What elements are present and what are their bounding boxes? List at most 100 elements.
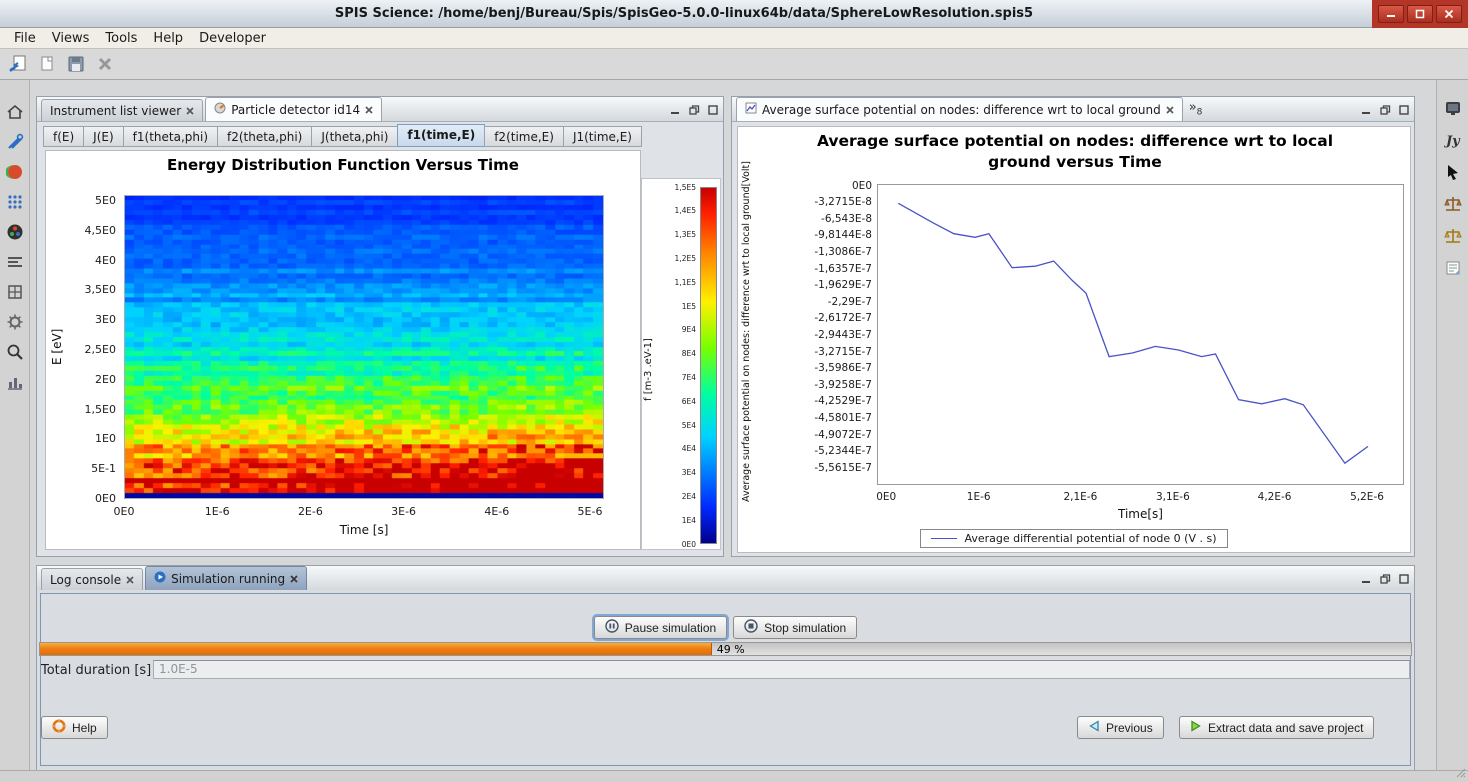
scales-icon[interactable] (1443, 194, 1463, 214)
colorbar-gradient (700, 187, 717, 544)
tick-label: -2,29E-7 (756, 296, 872, 309)
subtab-f1-time-E[interactable]: f1(time,E) (397, 124, 485, 147)
delete-icon[interactable] (93, 52, 117, 76)
tab-particle-detector[interactable]: Particle detector id14 (205, 97, 382, 121)
help-button-label: Help (72, 721, 97, 735)
close-icon[interactable] (126, 576, 134, 584)
y-axis-label: Average surface potential on nodes: diff… (741, 167, 754, 502)
potential-panel-header: Average surface potential on nodes: diff… (732, 97, 1414, 122)
potential-chart: Average surface potential on nodes: diff… (737, 126, 1411, 553)
pause-simulation-button[interactable]: Pause simulation (594, 616, 727, 639)
tab-simulation-running[interactable]: Simulation running (145, 566, 307, 590)
display-icon[interactable] (1443, 98, 1463, 118)
subtab-f1-theta-phi[interactable]: f1(theta,phi) (123, 126, 218, 147)
previous-arrow-icon (1088, 720, 1100, 735)
particles-icon[interactable] (5, 192, 25, 212)
transform-grid-icon[interactable] (5, 282, 25, 302)
subtab-f2-time-E[interactable]: f2(time,E) (484, 126, 564, 147)
import-project-icon[interactable] (6, 52, 30, 76)
balance-icon[interactable] (1443, 226, 1463, 246)
tick-label: 3E0 (46, 313, 116, 326)
resize-grip-icon[interactable] (1456, 767, 1466, 781)
tick-label: 1E-6 (949, 491, 1009, 504)
chart-icon[interactable] (5, 372, 25, 392)
tick-label: -4,2529E-7 (756, 395, 872, 408)
tick-label: -9,8144E-8 (756, 229, 872, 242)
line-plot-area[interactable] (877, 184, 1404, 485)
panel-window-controls (1360, 573, 1410, 590)
heatmap-plot-area[interactable] (124, 195, 604, 499)
panel-maximize-icon[interactable] (707, 104, 719, 116)
statusbar (0, 770, 1468, 782)
tick-label: 5E-6 (560, 505, 620, 518)
stop-simulation-button[interactable]: Stop simulation (733, 616, 857, 639)
zoom-icon[interactable] (5, 342, 25, 362)
bottom-panel-header: Log console Simulation running (37, 566, 1414, 591)
tab-label: Instrument list viewer (50, 104, 181, 118)
hidden-tabs-chevron[interactable]: »8 (1189, 100, 1203, 121)
cursor-icon[interactable] (1443, 162, 1463, 182)
help-button[interactable]: Help (41, 716, 108, 739)
tick-label: 5E0 (46, 194, 116, 207)
menu-file[interactable]: File (6, 28, 44, 49)
chart-title: Energy Distribution Function Versus Time (46, 156, 640, 174)
energy-distribution-chart: Energy Distribution Function Versus Time… (45, 150, 641, 550)
menu-views[interactable]: Views (44, 28, 98, 49)
simulation-control-area: Pause simulation Stop simulation 49 % To… (37, 590, 1414, 770)
colorbar: f [m-3 .eV-1] 1,5E51,4E51,3E51,2E51,1E51… (641, 178, 721, 550)
panel-maximize-icon[interactable] (1398, 573, 1410, 585)
window-maximize-button[interactable] (1407, 5, 1433, 23)
panel-minimize-icon[interactable] (1360, 573, 1372, 585)
color-wheel-icon[interactable] (5, 222, 25, 242)
tick-label: 0E0 (856, 491, 916, 504)
window-minimize-button[interactable] (1378, 5, 1404, 23)
panel-float-icon[interactable] (1379, 573, 1391, 585)
panel-float-icon[interactable] (1379, 104, 1391, 116)
notes-icon[interactable] (1443, 258, 1463, 278)
close-icon[interactable] (290, 575, 298, 583)
home-icon[interactable] (5, 102, 25, 122)
tick-label: 5E-1 (46, 462, 116, 475)
panel-float-icon[interactable] (688, 104, 700, 116)
subtab-f2-theta-phi[interactable]: f2(theta,phi) (217, 126, 312, 147)
chart-tab-icon (745, 102, 757, 117)
panel-minimize-icon[interactable] (669, 104, 681, 116)
tick-label: 2,5E0 (46, 343, 116, 356)
save-project-icon[interactable] (64, 52, 88, 76)
tick-label: 4E-6 (467, 505, 527, 518)
simulation-progress-bar: 49 % (39, 642, 1412, 656)
panel-minimize-icon[interactable] (1360, 104, 1372, 116)
simulation-icon (154, 571, 166, 586)
tick-label: -1,3086E-7 (756, 246, 872, 259)
subtab-J1-time-E[interactable]: J1(time,E) (563, 126, 642, 147)
sphere-view-icon[interactable] (5, 162, 25, 182)
settings-gear-icon[interactable] (5, 312, 25, 332)
tools-icon[interactable] (5, 132, 25, 152)
new-document-icon[interactable] (35, 52, 59, 76)
tick-label: 1,5E5 (662, 183, 696, 192)
menu-help[interactable]: Help (145, 28, 191, 49)
heatmap-canvas[interactable] (125, 196, 603, 498)
spis-science-window: { "window": { "title": "SPIS Science: /h… (0, 0, 1468, 782)
previous-button[interactable]: Previous (1077, 716, 1164, 739)
close-icon[interactable] (186, 107, 194, 115)
subtab-f-E[interactable]: f(E) (43, 126, 84, 147)
window-close-button[interactable] (1436, 5, 1462, 23)
tab-average-surface-potential[interactable]: Average surface potential on nodes: diff… (736, 97, 1183, 121)
subtab-J-theta-phi[interactable]: J(theta,phi) (311, 126, 398, 147)
subtab-J-E[interactable]: J(E) (83, 126, 123, 147)
menu-developer[interactable]: Developer (191, 28, 274, 49)
extract-data-button[interactable]: Extract data and save project (1179, 716, 1374, 739)
panel-maximize-icon[interactable] (1398, 104, 1410, 116)
tick-label: 4,5E0 (46, 224, 116, 237)
jython-console-icon[interactable]: Jy (1443, 130, 1463, 150)
menu-tools[interactable]: Tools (97, 28, 145, 49)
close-icon[interactable] (1166, 106, 1174, 114)
menubar: File Views Tools Help Developer (0, 28, 1468, 49)
measure-icon[interactable] (5, 252, 25, 272)
tab-label: Average surface potential on nodes: diff… (762, 103, 1161, 117)
tick-label: 1,4E5 (662, 206, 696, 215)
close-icon[interactable] (365, 106, 373, 114)
tab-instrument-list-viewer[interactable]: Instrument list viewer (41, 99, 203, 121)
tab-log-console[interactable]: Log console (41, 568, 143, 590)
